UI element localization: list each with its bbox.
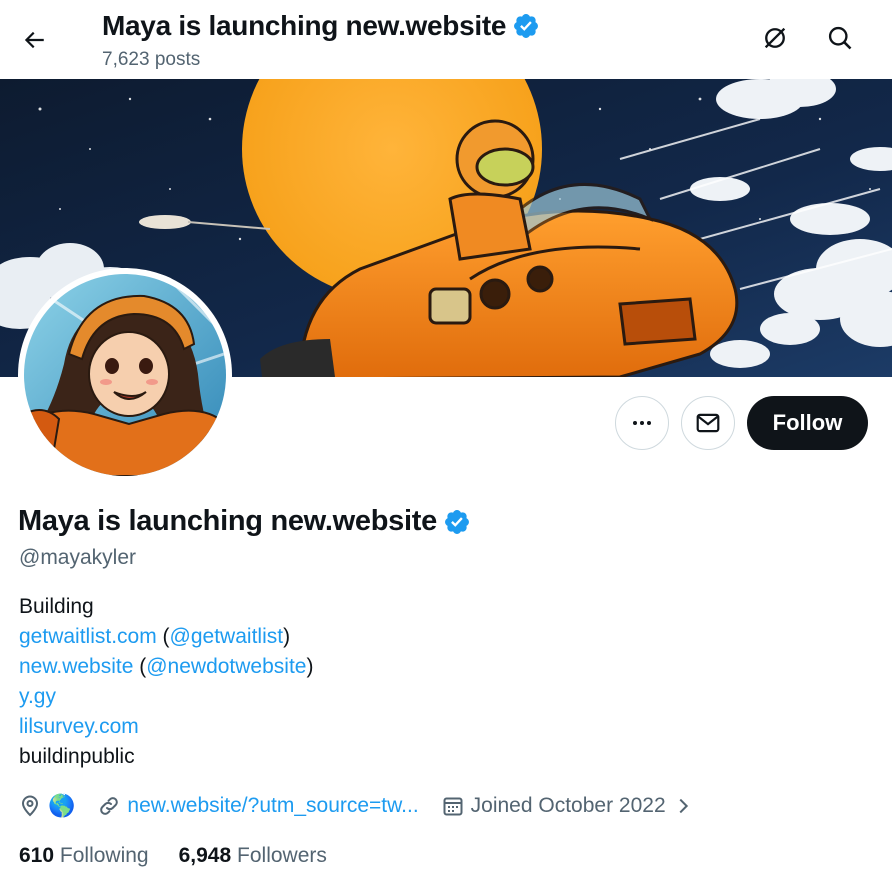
- top-bar: Maya is launching new.website 7,623 post…: [0, 0, 892, 78]
- followers-count: 6,948: [178, 844, 232, 867]
- profile-avatar[interactable]: [18, 268, 232, 482]
- location-text: 🌎: [48, 793, 76, 818]
- handle: @mayakyler: [19, 546, 137, 569]
- mail-icon: [696, 413, 720, 433]
- bio-paren: (: [133, 655, 147, 678]
- bio-paren: ): [283, 625, 291, 648]
- bio-link-lilsurvey[interactable]: lilsurvey.com: [19, 715, 139, 738]
- calendar-icon: [443, 797, 463, 816]
- bio-link-ygy[interactable]: y.gy: [19, 685, 56, 708]
- follow-button[interactable]: Follow: [747, 396, 868, 450]
- chevron-right-icon: [679, 798, 688, 814]
- link-icon: [100, 797, 119, 815]
- follow-counts: 610 Following 6,948 Followers: [19, 844, 357, 868]
- profile-meta-row: 🌎 new.website/?utm_source=tw... Joined O…: [18, 788, 716, 824]
- joined-text: Joined October 2022: [470, 794, 666, 817]
- verified-badge-icon: [514, 14, 539, 38]
- bio-text: buildinpublic: [19, 745, 135, 768]
- followers-label: Followers: [237, 844, 327, 867]
- display-name: Maya is launching new.website: [18, 505, 437, 537]
- search-button[interactable]: [820, 18, 860, 58]
- message-button[interactable]: [681, 396, 735, 450]
- following-link[interactable]: 610 Following: [19, 844, 149, 868]
- back-arrow-icon: [24, 31, 44, 49]
- bio-link-getwaitlist[interactable]: getwaitlist.com: [19, 625, 157, 648]
- following-label: Following: [59, 844, 149, 867]
- followers-link[interactable]: 6,948 Followers: [179, 844, 327, 868]
- header-title: Maya is launching new.website: [102, 10, 507, 41]
- bio-paren: (: [156, 625, 170, 648]
- profile-name-row: Maya is launching new.website: [18, 505, 471, 538]
- grok-icon: [764, 27, 786, 49]
- website-item[interactable]: new.website/?utm_source=tw...: [97, 794, 419, 818]
- location-icon: [21, 795, 39, 817]
- more-options-button[interactable]: [615, 396, 669, 450]
- grok-button[interactable]: [755, 18, 795, 58]
- avatar-illustration: [24, 274, 226, 476]
- following-count: 610: [19, 844, 55, 867]
- back-button[interactable]: [14, 20, 54, 60]
- bio-mention-newdotwebsite[interactable]: @newdotwebsite: [146, 655, 306, 678]
- bio-text: Building: [19, 595, 94, 618]
- post-count: 7,623 posts: [102, 49, 201, 70]
- bio-paren: ): [306, 655, 314, 678]
- header-title-block: Maya is launching new.website 7,623 post…: [102, 8, 540, 71]
- bio-mention-getwaitlist[interactable]: @getwaitlist: [170, 625, 284, 648]
- more-icon: [633, 421, 651, 425]
- bio-link-new-website[interactable]: new.website: [19, 655, 133, 678]
- search-icon: [828, 26, 852, 50]
- bio: Building getwaitlist.com (@getwaitlist) …: [19, 592, 313, 772]
- joined-item[interactable]: Joined October 2022: [441, 794, 694, 818]
- verified-badge-icon[interactable]: [443, 508, 471, 536]
- website-link[interactable]: new.website/?utm_source=tw...: [127, 794, 418, 818]
- location-item: 🌎: [18, 793, 75, 819]
